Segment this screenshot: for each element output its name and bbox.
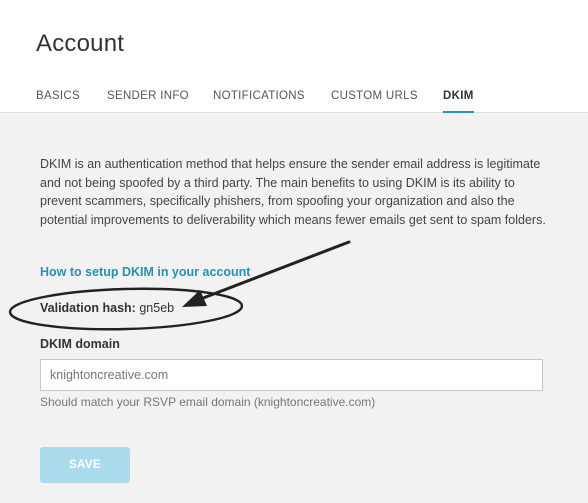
tab-dkim[interactable]: DKIM xyxy=(443,90,474,113)
tab-custom-urls[interactable]: CUSTOM URLS xyxy=(331,90,418,112)
page-title: Account xyxy=(36,30,125,57)
annotation-arrow-head xyxy=(182,290,207,307)
tab-notifications[interactable]: NOTIFICATIONS xyxy=(213,90,305,112)
validation-hash-label: Validation hash: xyxy=(40,301,136,315)
validation-hash-row: Validation hash: gn5eb xyxy=(40,301,174,315)
page-header: Account BASICS SENDER INFO NOTIFICATIONS… xyxy=(0,0,588,113)
tab-basics[interactable]: BASICS xyxy=(36,90,80,112)
save-button[interactable]: SAVE xyxy=(40,447,130,483)
tab-sender-info[interactable]: SENDER INFO xyxy=(107,90,189,112)
dkim-domain-label: DKIM domain xyxy=(40,337,120,351)
dkim-description: DKIM is an authentication method that he… xyxy=(40,157,546,227)
dkim-setup-link[interactable]: How to setup DKIM in your account xyxy=(40,265,250,279)
dkim-domain-help: Should match your RSVP email domain (kni… xyxy=(40,395,376,409)
dkim-domain-input[interactable] xyxy=(40,359,543,391)
validation-hash-value: gn5eb xyxy=(139,301,175,315)
